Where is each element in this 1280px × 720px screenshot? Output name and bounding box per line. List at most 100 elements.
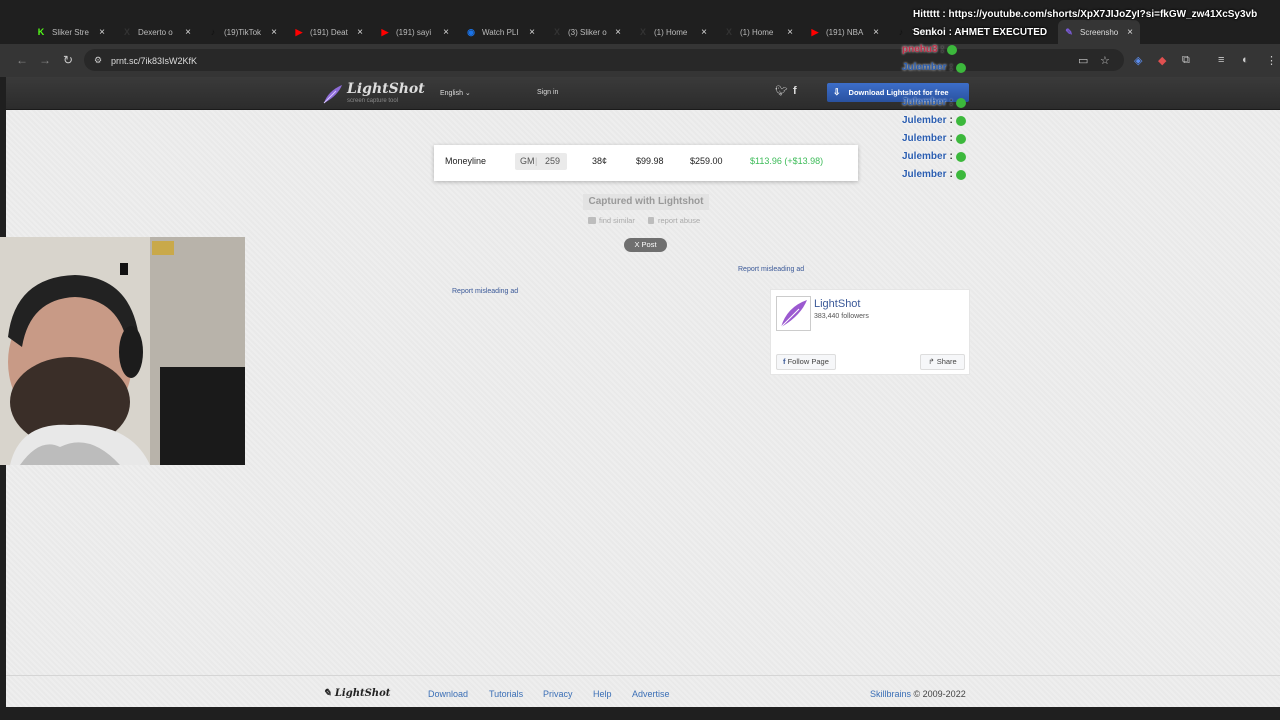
footer-logo-text: LightShot <box>334 688 391 699</box>
x-icon: X <box>639 27 646 37</box>
forward-icon[interactable]: → <box>39 53 51 67</box>
media-control-icon[interactable]: ≡ <box>1218 54 1224 66</box>
browser-tab[interactable]: ▶ (191) NBA × <box>804 20 886 44</box>
tab-close-icon[interactable]: × <box>1124 27 1136 38</box>
share-icon: ↱ <box>928 357 935 366</box>
chat-username: pnehu3 <box>902 44 938 55</box>
tab-title: Watch PLI <box>482 27 519 37</box>
browser-tab[interactable]: ✎ Screensho × <box>1058 20 1140 44</box>
footer-logo[interactable]: ✎ LightShot <box>323 688 390 699</box>
webcam-feed <box>0 237 245 465</box>
lightshot-fb-avatar[interactable] <box>776 296 811 331</box>
browser-tab[interactable]: X (1) Home × <box>632 20 714 44</box>
lightshot-logo[interactable]: LightShot <box>347 81 425 97</box>
report-abuse-link[interactable]: report abuse <box>658 216 700 225</box>
browser-tab[interactable]: ◉ Watch PLI × <box>460 20 542 44</box>
x-post-button[interactable]: X Post <box>624 238 667 252</box>
globe-icon: ◉ <box>467 27 475 37</box>
browser-tab[interactable]: X (1) Home × <box>718 20 800 44</box>
chat-emote-icon <box>955 133 966 144</box>
footer-link-tutorials[interactable]: Tutorials <box>489 689 523 699</box>
fb-share-label: Share <box>936 357 957 366</box>
chat-emote-icon <box>955 151 966 162</box>
chat-line: Julember: <box>902 151 966 162</box>
extension-icon-2[interactable]: ◆ <box>1158 54 1166 67</box>
chat-username: Julember <box>902 115 947 126</box>
browser-menu-icon[interactable]: ⋮ <box>1266 54 1277 67</box>
footer-link-download[interactable]: Download <box>428 689 468 699</box>
chat-separator: : <box>940 44 944 55</box>
chat-separator: : <box>949 62 953 73</box>
fb-follow-page-button[interactable]: f Follow Page <box>776 354 836 370</box>
skillbrains-link[interactable]: Skillbrains <box>870 689 911 699</box>
chat-line: Julember: <box>902 133 966 144</box>
chat-emote-icon <box>955 62 966 73</box>
browser-tab[interactable]: X Dexerto o × <box>116 20 198 44</box>
chat-line: pnehu3: <box>902 44 957 55</box>
tab-close-icon[interactable]: × <box>612 27 624 38</box>
download-button-label: Download Lightshot for free <box>848 88 949 97</box>
tab-strip: ⌄ KSliker Stre×XDexerto o×♪(19)TikTok×▶(… <box>0 20 1280 60</box>
tab-close-icon[interactable]: × <box>698 27 710 38</box>
lightshot-logo-subtitle: screen capture tool <box>347 98 399 104</box>
browser-tab[interactable]: ▶ (191) Deat × <box>288 20 370 44</box>
shot-market: Moneyline <box>445 156 487 166</box>
chat-message-top: Hittttt : https://youtube.com/shorts/XpX… <box>913 9 1258 20</box>
chat-separator: : <box>949 151 953 162</box>
shot-divider: | <box>535 156 538 166</box>
url-text[interactable]: prnt.sc/7ik83IsW2KfK <box>111 56 197 66</box>
browser-tab[interactable]: ♪ (19)TikTok × <box>202 20 284 44</box>
tab-close-icon[interactable]: × <box>96 27 108 38</box>
tiktok-icon: ♪ <box>210 27 216 37</box>
tab-title: (191) Deat <box>310 27 348 37</box>
report-misleading-ad-link[interactable]: Report misleading ad <box>738 266 804 273</box>
footer-link-privacy[interactable]: Privacy <box>543 689 573 699</box>
profile-avatar[interactable]: ◐ <box>1242 54 1249 66</box>
shot-gm-label: GM <box>520 156 535 166</box>
feather-avatar-icon <box>780 300 807 328</box>
browser-tab[interactable]: ▶ (191) sayi × <box>374 20 456 44</box>
back-icon[interactable]: ← <box>16 53 28 67</box>
shot-gm-value: 259 <box>545 156 561 166</box>
language-select[interactable]: English ⌄ <box>440 89 471 97</box>
tab-close-icon[interactable]: × <box>784 27 796 38</box>
install-app-icon[interactable]: ▭ <box>1078 54 1088 67</box>
download-icon: ⇩ <box>833 87 841 97</box>
sign-in-link[interactable]: Sign in <box>537 89 558 96</box>
chat-line: Julember: <box>902 62 966 73</box>
site-info-icon[interactable]: ⚙ <box>94 55 104 65</box>
chat-line: Julember: <box>902 97 966 108</box>
chat-username: Julember <box>902 62 947 73</box>
tab-close-icon[interactable]: × <box>440 27 452 38</box>
find-similar-link[interactable]: find similar <box>599 216 635 225</box>
address-bar[interactable] <box>84 49 1124 71</box>
footer-link-advertise[interactable]: Advertise <box>632 689 670 699</box>
tab-close-icon[interactable]: × <box>526 27 538 38</box>
browser-tab[interactable]: X (3) Sliker o × <box>546 20 628 44</box>
bookmark-star-icon[interactable]: ☆ <box>1100 54 1110 67</box>
reload-icon[interactable]: ↻ <box>63 53 73 67</box>
extension-icon[interactable]: ◈ <box>1134 54 1142 67</box>
shot-payout: $113.96 (+$13.98) <box>750 156 824 166</box>
report-misleading-ad-link[interactable]: Report misleading ad <box>452 288 518 295</box>
chat-username: Julember <box>902 169 947 180</box>
tab-close-icon[interactable]: × <box>354 27 366 38</box>
webcam-overlay <box>0 237 245 465</box>
browser-tab[interactable]: K Sliker Stre × <box>30 20 112 44</box>
fb-share-button[interactable]: ↱ Share <box>920 354 965 370</box>
tab-close-icon[interactable]: × <box>268 27 280 38</box>
footer-link-help[interactable]: Help <box>593 689 612 699</box>
language-label: English <box>440 90 463 97</box>
twitter-icon[interactable]: 🐦︎ <box>775 86 788 97</box>
tab-close-icon[interactable]: × <box>182 27 194 38</box>
tab-close-icon[interactable]: × <box>870 27 882 38</box>
copyright-years: © 2009-2022 <box>913 689 966 699</box>
captured-with-lightshot: Captured with Lightshot <box>583 194 709 210</box>
fb-page-name[interactable]: LightShot <box>814 298 860 310</box>
chat-emote-icon <box>955 115 966 126</box>
browser-toolbar: ← → ↻ ⚙ prnt.sc/7ik83IsW2KfK ▭ ☆ ◈ ◆ ⧉ ≡… <box>0 44 1280 77</box>
extensions-puzzle-icon[interactable]: ⧉ <box>1182 54 1190 67</box>
lightshot-header: LightShot screen capture tool English ⌄ … <box>6 77 1280 110</box>
facebook-icon[interactable]: f <box>793 85 797 97</box>
screenshot-image[interactable]: Moneyline GM | 259 38¢ $99.98 $259.00 $1… <box>434 145 858 181</box>
